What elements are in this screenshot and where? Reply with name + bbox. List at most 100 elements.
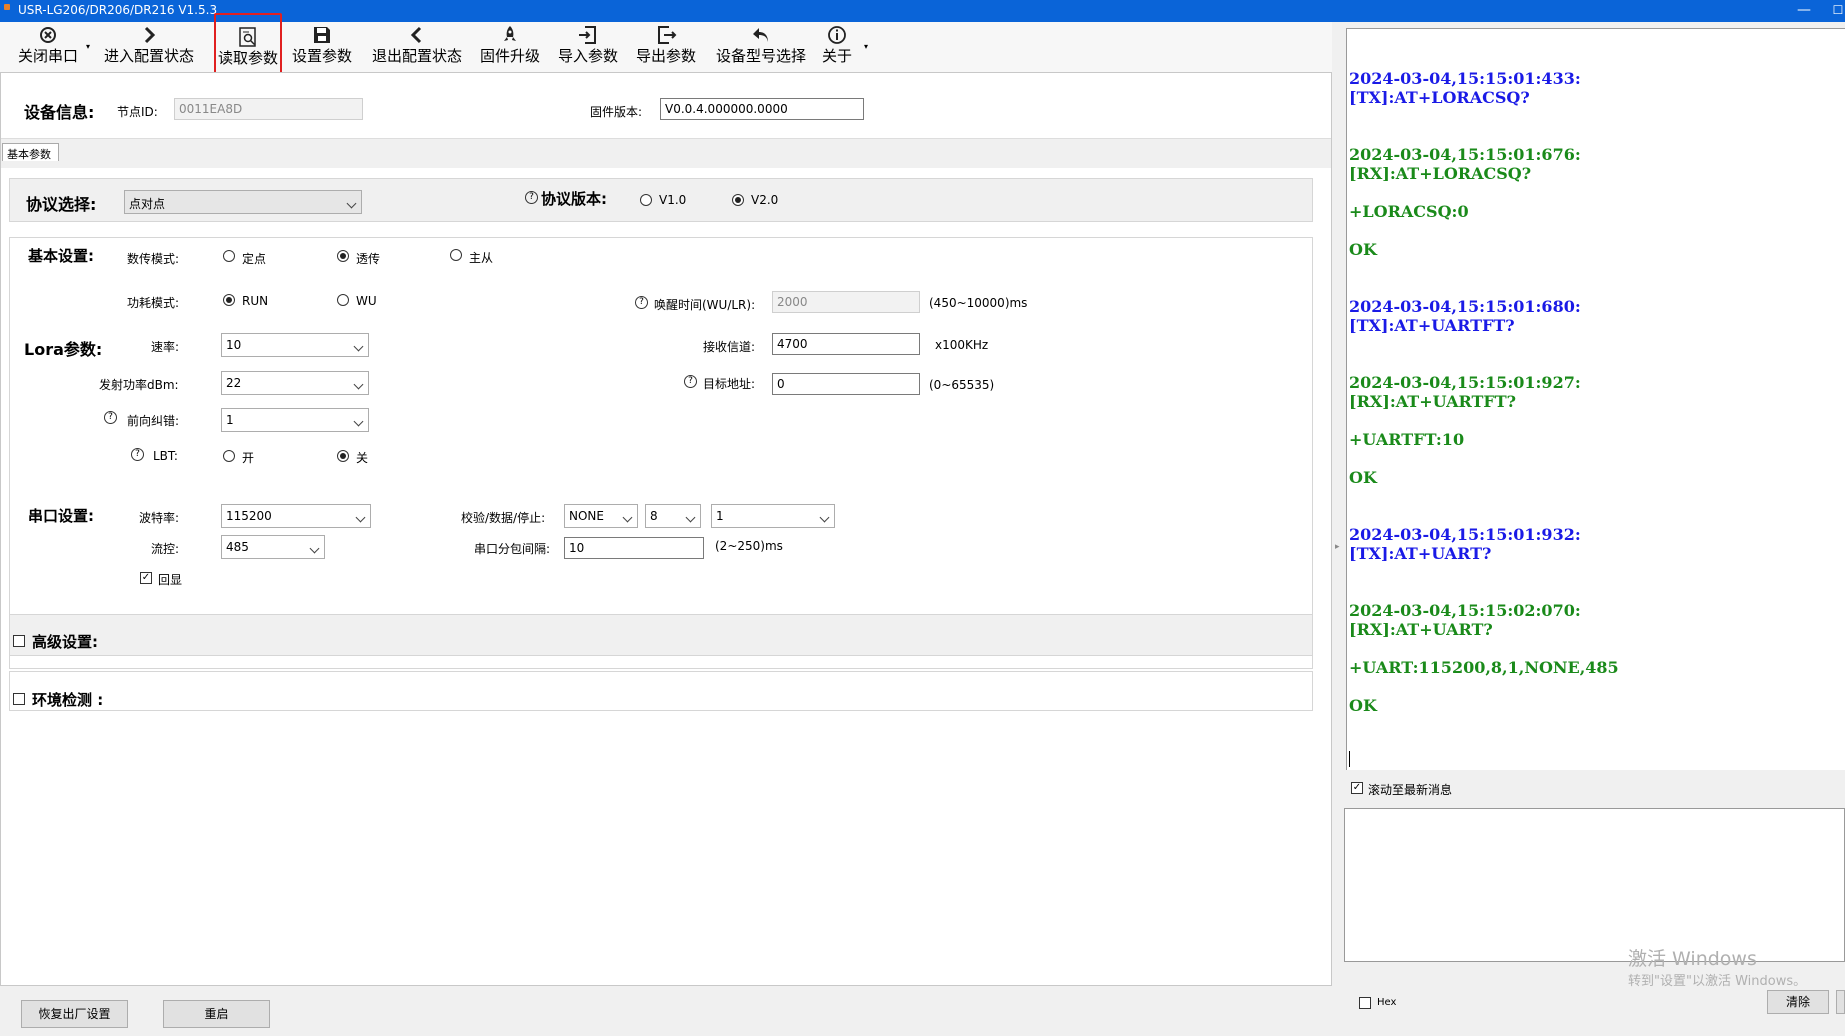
text-cursor xyxy=(1349,751,1350,767)
flow-control-select[interactable]: 485 xyxy=(221,535,325,559)
overflow-button[interactable] xyxy=(1836,990,1845,1014)
dropdown-arrow-icon[interactable]: ▾ xyxy=(86,42,90,51)
about-button[interactable]: 关于 xyxy=(816,22,858,70)
send-input[interactable] xyxy=(1344,808,1845,962)
chevron-down-icon xyxy=(685,512,696,523)
power-mode-label: 功耗模式: xyxy=(127,296,180,310)
enter-config-button[interactable]: 进入配置状态 xyxy=(98,22,200,70)
rx-channel-field[interactable]: 4700 xyxy=(772,333,920,355)
power-run-label: RUN xyxy=(242,294,269,308)
mode-transparent-radio[interactable] xyxy=(337,250,349,262)
log-line: 2024-03-04,15:15:01:676: xyxy=(1349,145,1581,164)
echo-checkbox[interactable]: ✓ xyxy=(140,572,152,584)
read-params-icon xyxy=(239,27,256,47)
baud-rate-select[interactable]: 115200 xyxy=(221,504,371,528)
log-line: 2024-03-04,15:15:01:927: xyxy=(1349,373,1581,392)
log-line: [TX]:AT+UART? xyxy=(1349,544,1492,563)
chevron-down-icon xyxy=(622,512,633,523)
help-icon[interactable]: ? xyxy=(104,411,117,424)
parity-label: 校验/数据/停止: xyxy=(461,511,546,525)
toolbar-label: 关于 xyxy=(821,47,852,65)
help-icon[interactable]: ? xyxy=(131,448,144,461)
help-icon[interactable]: ? xyxy=(684,375,697,388)
firmware-upgrade-button[interactable]: 固件升级 xyxy=(476,22,544,70)
rate-select[interactable]: 10 xyxy=(221,333,369,357)
node-id-field[interactable]: 0011EA8D xyxy=(174,98,363,120)
protocol-select[interactable]: 点对点 xyxy=(124,190,362,214)
help-icon[interactable]: ? xyxy=(525,191,538,204)
splitter-arrow-icon: ▸ xyxy=(1335,542,1340,552)
read-params-button[interactable]: 读取参数 xyxy=(214,13,282,74)
set-params-button[interactable]: 设置参数 xyxy=(288,22,356,70)
device-model-button[interactable]: 设备型号选择 xyxy=(710,22,812,70)
lora-params-label: Lora参数: xyxy=(24,340,103,359)
packet-interval-field[interactable]: 10 xyxy=(564,537,704,559)
window-title: USR-LG206/DR206/DR216 V1.5.3 xyxy=(18,3,218,17)
parity-value: NONE xyxy=(569,509,604,523)
log-line: OK xyxy=(1349,696,1377,715)
factory-reset-button[interactable]: 恢复出厂设置 xyxy=(21,1000,128,1028)
log-line: [RX]:AT+UART? xyxy=(1349,620,1493,639)
log-line: +LORACSQ:0 xyxy=(1349,202,1469,221)
echo-label: 回显 xyxy=(158,573,183,587)
lbt-off-radio[interactable] xyxy=(337,450,349,462)
packet-interval-range: (2~250)ms xyxy=(715,539,783,553)
log-panel[interactable]: 2024-03-04,15:15:01:433: [TX]:AT+LORACSQ… xyxy=(1346,28,1845,770)
log-line: +UARTFT:10 xyxy=(1349,430,1465,449)
env-toggle-checkbox[interactable] xyxy=(13,693,25,705)
splitter[interactable]: ▸ xyxy=(1332,22,1344,986)
power-run-radio[interactable] xyxy=(223,294,235,306)
protocol-v1-radio[interactable] xyxy=(640,194,652,206)
protocol-v2-radio[interactable] xyxy=(732,194,744,206)
tx-power-value: 22 xyxy=(226,376,242,390)
toolbar-overflow-icon[interactable]: ▾ xyxy=(864,42,868,51)
undo-icon xyxy=(753,28,768,42)
stop-bits-select[interactable]: 1 xyxy=(711,504,835,528)
parity-select[interactable]: NONE xyxy=(564,504,638,528)
mode-master-slave-radio[interactable] xyxy=(450,249,462,261)
power-wu-radio[interactable] xyxy=(337,294,349,306)
advanced-toggle-checkbox[interactable] xyxy=(13,635,25,647)
toolbar-label: 进入配置状态 xyxy=(103,47,194,65)
export-params-button[interactable]: 导出参数 xyxy=(632,22,700,70)
toolbar-label: 关闭串口 xyxy=(17,47,78,65)
data-bits-value: 8 xyxy=(650,509,658,523)
fec-select[interactable]: 1 xyxy=(221,408,369,432)
maximize-button[interactable]: ☐ xyxy=(1821,0,1845,22)
rate-value: 10 xyxy=(226,338,242,352)
chevron-down-icon xyxy=(355,512,366,523)
firmware-label: 固件版本: xyxy=(590,105,643,119)
target-address-range: (0~65535) xyxy=(929,378,995,392)
mode-fixed-radio[interactable] xyxy=(223,250,235,262)
rocket-icon xyxy=(504,26,516,41)
chevron-down-icon xyxy=(353,416,364,427)
advanced-settings-label: 高级设置: xyxy=(32,633,98,651)
flow-control-label: 流控: xyxy=(151,542,180,556)
import-icon xyxy=(579,26,596,44)
lbt-on-radio[interactable] xyxy=(223,450,235,462)
wake-time-field[interactable]: 2000 xyxy=(772,291,920,313)
target-address-field[interactable]: 0 xyxy=(772,373,920,395)
export-icon xyxy=(658,26,677,44)
restart-button[interactable]: 重启 xyxy=(163,1000,270,1028)
protocol-v1-label: V1.0 xyxy=(659,193,687,207)
exit-config-button[interactable]: 退出配置状态 xyxy=(366,22,468,70)
log-line: [RX]:AT+UARTFT? xyxy=(1349,392,1517,411)
firmware-field[interactable]: V0.0.4.000000.0000 xyxy=(660,98,864,120)
scroll-latest-checkbox[interactable]: ✓ xyxy=(1351,782,1363,794)
close-port-button[interactable]: 关闭串口 xyxy=(8,22,88,70)
tab-basic-params[interactable]: 基本参数 xyxy=(2,143,59,161)
basic-settings-label: 基本设置: xyxy=(28,247,94,265)
import-params-button[interactable]: 导入参数 xyxy=(554,22,622,70)
minimize-button[interactable]: — xyxy=(1787,0,1821,22)
advanced-panel xyxy=(9,614,1313,656)
tx-power-select[interactable]: 22 xyxy=(221,371,369,395)
env-panel xyxy=(9,671,1313,711)
config-pane: 设备信息: 节点ID: 0011EA8D 固件版本: V0.0.4.000000… xyxy=(0,72,1332,986)
hex-checkbox[interactable] xyxy=(1359,997,1371,1009)
help-icon[interactable]: ? xyxy=(635,296,648,309)
wake-time-label: 唤醒时间(WU/LR): xyxy=(654,298,756,312)
toolbar-label: 设备型号选择 xyxy=(715,47,806,65)
data-bits-select[interactable]: 8 xyxy=(645,504,701,528)
clear-button[interactable]: 清除 xyxy=(1767,990,1829,1014)
